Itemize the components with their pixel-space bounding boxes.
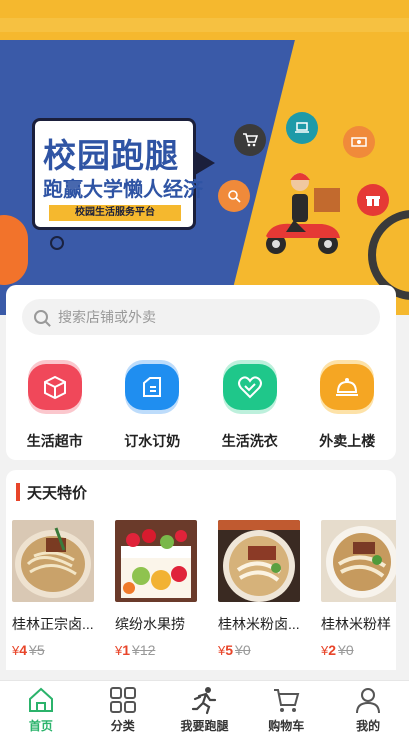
user-icon (356, 688, 381, 714)
current-price: 4 (19, 642, 28, 658)
heart-shield-icon (222, 360, 277, 414)
banner-stripe (0, 18, 409, 32)
category-laundry[interactable]: 生活洗衣 (201, 360, 299, 451)
category-label: 外卖上楼 (319, 433, 376, 449)
banner-subtitle: 跑赢大学懒人经济 (43, 179, 203, 201)
section-title: 天天特价 (27, 484, 88, 502)
tab-label: 购物车 (268, 719, 305, 733)
product-price: ¥1 ¥12 (115, 642, 156, 658)
laptop-bubble-icon (286, 112, 318, 144)
section-header: 天天特价 (16, 482, 87, 502)
banner-orange-shape (0, 215, 28, 285)
search-icon (34, 310, 48, 324)
box-icon (27, 360, 82, 414)
tab-category[interactable]: 分类 (82, 681, 164, 734)
grid-icon (109, 687, 136, 713)
delivery-rider-icon (266, 173, 340, 254)
home-icon (28, 687, 53, 712)
cloche-icon (320, 360, 375, 414)
bottom-tab-bar: 首页 分类 我要跑腿 购物车 我的 (0, 680, 409, 734)
original-price: ¥0 (235, 642, 251, 658)
banner-sign: 校园跑腿 跑赢大学懒人经济 校园生活服务平台 (32, 118, 215, 230)
category-label: 生活洗衣 (221, 433, 278, 449)
promo-banner[interactable]: 校园跑腿 跑赢大学懒人经济 校园生活服务平台 (0, 0, 409, 315)
product-card[interactable]: 桂林米粉样 ¥2 ¥0 (321, 520, 396, 658)
product-name: 桂林正宗卤... (12, 616, 94, 632)
product-card[interactable]: 缤纷水果捞 ¥1 ¥12 (115, 520, 197, 658)
tab-profile[interactable]: 我的 (327, 681, 409, 734)
current-price: 1 (122, 642, 131, 658)
original-price: ¥5 (29, 642, 45, 658)
banner-title: 校园跑腿 (43, 137, 179, 174)
daily-deals-section: 天天特价 桂林正宗卤... ¥4 ¥5 缤纷水果捞 ¥1 ¥12 桂林米粉卤..… (6, 470, 396, 670)
product-name: 桂林米粉样 (321, 616, 391, 632)
tab-label: 我的 (356, 719, 381, 733)
product-name: 缤纷水果捞 (115, 616, 185, 632)
category-takeout[interactable]: 外卖上楼 (299, 360, 397, 451)
product-card[interactable]: 桂林正宗卤... ¥4 ¥5 (12, 520, 94, 658)
product-price: ¥4 ¥5 (12, 642, 45, 658)
banner-ring-small (50, 236, 64, 250)
gift-bubble-icon (357, 184, 389, 216)
tab-label: 首页 (28, 719, 53, 733)
search-placeholder: 搜索店铺或外卖 (58, 309, 156, 325)
tab-label: 分类 (110, 719, 135, 733)
milk-icon (125, 360, 180, 414)
search-bubble-icon (218, 180, 250, 212)
section-accent-bar (16, 483, 20, 501)
banner-tag: 校园生活服务平台 (49, 205, 181, 221)
category-card: 搜索店铺或外卖 生活超市 订水订奶 生活洗衣 外卖上楼 (6, 285, 396, 460)
cart-icon (274, 689, 300, 712)
original-price: ¥0 (338, 642, 354, 658)
category-label: 订水订奶 (124, 433, 181, 449)
category-water-milk[interactable]: 订水订奶 (104, 360, 202, 451)
product-image (218, 520, 300, 602)
product-card[interactable]: 桂林米粉卤... ¥5 ¥0 (218, 520, 300, 658)
product-image (115, 520, 197, 602)
tab-label: 我要跑腿 (180, 719, 229, 733)
current-price: 2 (328, 642, 337, 658)
tab-home[interactable]: 首页 (0, 681, 82, 734)
original-price: ¥12 (132, 642, 156, 658)
category-label: 生活超市 (26, 433, 83, 449)
current-price: 5 (225, 642, 234, 658)
cart-bubble-icon (234, 124, 266, 156)
tab-cart[interactable]: 购物车 (245, 681, 327, 734)
product-price: ¥2 ¥0 (321, 642, 354, 658)
product-name: 桂林米粉卤... (218, 616, 300, 632)
category-supermarket[interactable]: 生活超市 (6, 360, 104, 451)
product-image (12, 520, 94, 602)
search-input[interactable]: 搜索店铺或外卖 (22, 299, 380, 335)
money-bubble-icon (343, 126, 375, 158)
runner-icon (192, 687, 217, 715)
product-image (321, 520, 396, 602)
product-price: ¥5 ¥0 (218, 642, 251, 658)
tab-errand[interactable]: 我要跑腿 (164, 681, 246, 734)
